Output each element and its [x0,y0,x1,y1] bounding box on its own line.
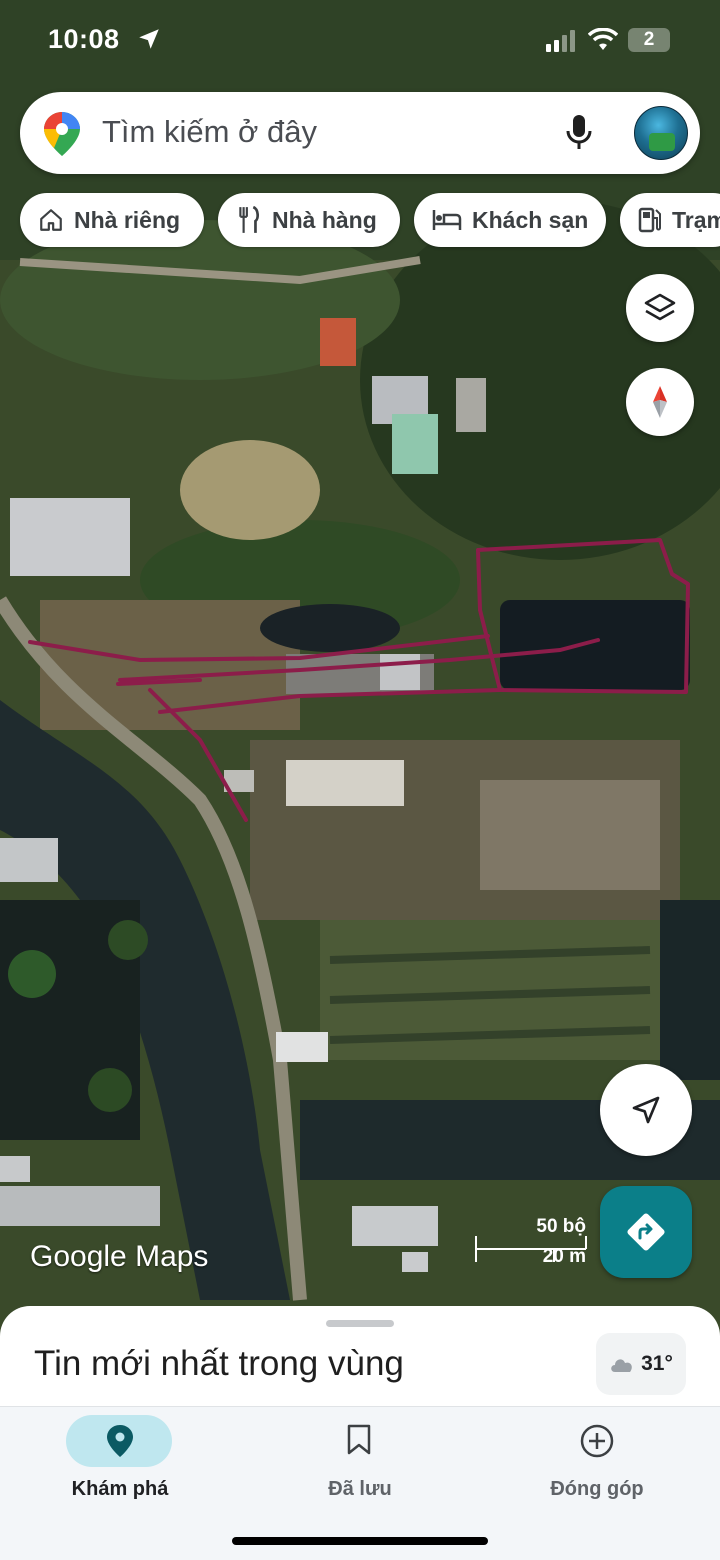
layers-button[interactable] [626,274,694,342]
navigation-arrow-icon [632,1096,660,1124]
home-icon [40,209,62,231]
hotel-icon [432,210,462,230]
google-maps-logo: Google Maps [30,1240,209,1273]
layers-icon [644,293,676,321]
sheet-title: Tin mới nhất trong vùng [34,1344,404,1383]
my-location-button[interactable] [600,1064,692,1156]
map-scale: 50 bộ 20 m [474,1216,590,1272]
chip-restaurant[interactable]: Nhà hàng [218,193,400,247]
weather-temperature: 31° [641,1352,673,1375]
explore-pin-icon[interactable] [106,1424,134,1458]
bookmark-icon[interactable] [346,1424,372,1456]
restaurant-icon [239,206,259,233]
chip-gas-station-label: Trạm [672,206,720,233]
chip-hotel-label: Khách sạn [472,206,589,233]
nav-explore-label[interactable]: Khám phá [0,1478,240,1501]
wifi-icon [588,28,618,50]
weather-chip[interactable]: 31° [596,1333,686,1395]
cellular-signal-icon [546,30,575,52]
directions-button[interactable] [600,1186,692,1278]
location-arrow-icon [139,29,159,49]
nav-saved-label[interactable]: Đã lưu [240,1478,480,1501]
chip-gas-station[interactable]: Trạm [620,193,720,247]
chip-hotel[interactable]: Khách sạn [414,193,606,247]
chip-home[interactable]: Nhà riêng [20,193,204,247]
status-bar: 10:08 2 [0,0,720,80]
battery-indicator: 2 [628,28,670,52]
gas-station-icon [638,207,661,233]
microphone-icon[interactable] [566,115,592,151]
compass-icon [653,386,667,418]
account-avatar[interactable] [634,106,688,160]
chip-home-label: Nhà riêng [74,206,181,233]
status-time: 10:08 [48,24,120,54]
google-maps-pin-icon [44,112,80,156]
add-circle-icon[interactable] [580,1424,614,1458]
nav-contribute-label[interactable]: Đóng góp [477,1478,717,1501]
cloud-icon [611,1359,632,1372]
category-chips: Nhà riêng Nhà hàng Khách sạn Trạm [0,193,720,247]
battery-level: 2 [643,29,655,50]
compass-button[interactable] [626,368,694,436]
sheet-drag-handle[interactable] [326,1320,394,1327]
home-indicator[interactable] [232,1537,488,1545]
search-input[interactable]: Tìm kiếm ở đây [102,114,317,150]
chip-restaurant-label: Nhà hàng [272,206,377,233]
directions-icon [627,1213,665,1251]
